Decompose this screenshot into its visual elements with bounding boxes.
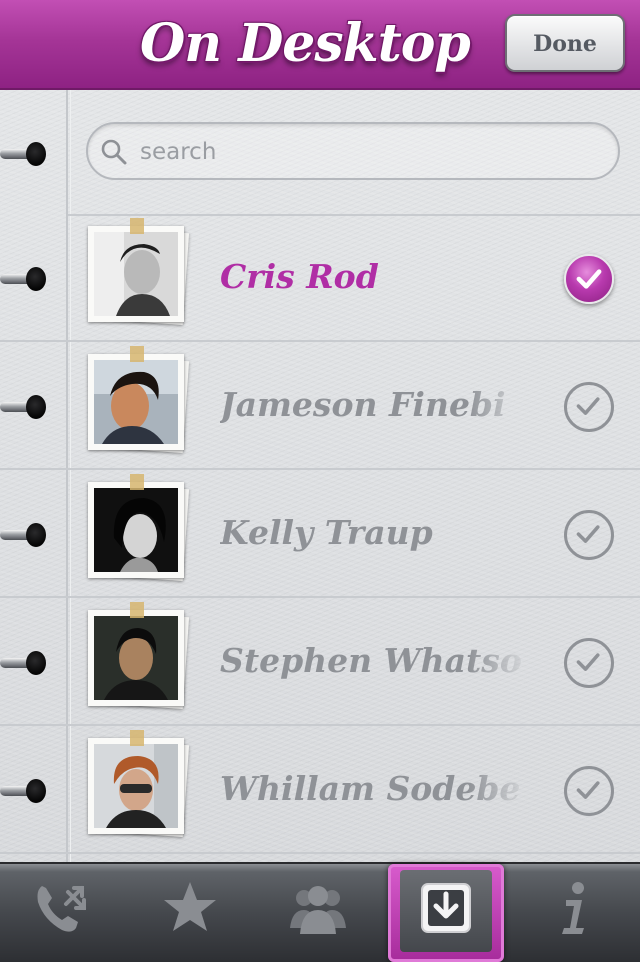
page-title: On Desktop bbox=[140, 13, 471, 74]
tab-favorites[interactable] bbox=[132, 864, 248, 962]
contact-row[interactable]: Kelly Traup bbox=[0, 470, 640, 598]
phone-transfer-icon bbox=[37, 886, 86, 932]
tab-bar bbox=[0, 862, 640, 962]
avatar bbox=[94, 232, 178, 316]
checkmark-icon bbox=[576, 269, 602, 289]
contact-photo bbox=[88, 218, 194, 330]
done-button[interactable]: Done bbox=[505, 14, 625, 72]
contact-name: Cris Rod bbox=[220, 257, 379, 296]
tab-calls[interactable] bbox=[4, 864, 120, 962]
unselected-check-button[interactable] bbox=[564, 638, 614, 688]
info-icon bbox=[562, 882, 584, 934]
avatar bbox=[94, 616, 178, 700]
contact-row[interactable]: Whillam Sodebe bbox=[0, 726, 640, 854]
selected-check-button[interactable] bbox=[564, 254, 614, 304]
download-icon bbox=[421, 883, 471, 933]
contact-name: Kelly Traup bbox=[220, 513, 433, 552]
star-icon bbox=[164, 882, 216, 931]
header-bar: On Desktop Done bbox=[0, 0, 640, 90]
unselected-check-button[interactable] bbox=[564, 382, 614, 432]
contact-row[interactable]: Cris Rod bbox=[0, 214, 640, 342]
contact-row[interactable]: Jameson Finebi bbox=[0, 342, 640, 470]
search-field[interactable] bbox=[86, 122, 620, 180]
contact-photo bbox=[88, 346, 194, 458]
contact-name: Whillam Sodebe bbox=[220, 769, 521, 808]
contact-name: Stephen Whatso bbox=[220, 641, 522, 680]
contact-name: Jameson Finebi bbox=[220, 385, 506, 424]
search-input[interactable] bbox=[138, 124, 602, 180]
checkmark-icon bbox=[576, 781, 600, 799]
unselected-check-button[interactable] bbox=[564, 766, 614, 816]
binder-ring bbox=[0, 141, 46, 167]
checkmark-icon bbox=[576, 397, 600, 415]
avatar bbox=[94, 488, 178, 572]
contact-photo bbox=[88, 474, 194, 586]
tab-on-desktop[interactable] bbox=[388, 864, 504, 962]
group-icon bbox=[290, 886, 346, 934]
search-row bbox=[68, 92, 640, 216]
tab-info[interactable] bbox=[516, 864, 632, 962]
contact-photo bbox=[88, 730, 194, 842]
tab-contacts[interactable] bbox=[260, 864, 376, 962]
checkmark-icon bbox=[576, 653, 600, 671]
search-icon bbox=[101, 139, 127, 165]
contact-row[interactable]: Stephen Whatso bbox=[0, 598, 640, 726]
avatar bbox=[94, 360, 178, 444]
avatar bbox=[94, 744, 178, 828]
contact-photo bbox=[88, 602, 194, 714]
checkmark-icon bbox=[576, 525, 600, 543]
unselected-check-button[interactable] bbox=[564, 510, 614, 560]
